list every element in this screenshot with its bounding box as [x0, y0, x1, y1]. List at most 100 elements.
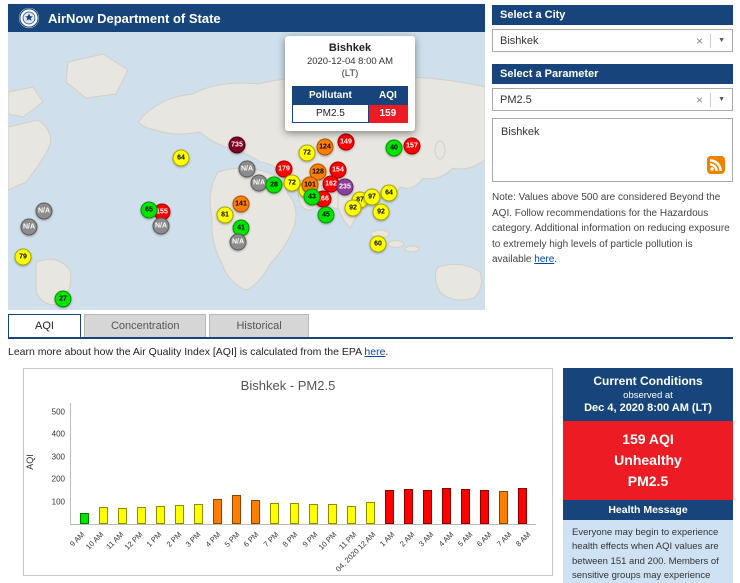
tab-historical[interactable]: Historical	[209, 314, 308, 337]
chart-bar[interactable]	[461, 489, 470, 524]
map-marker[interactable]: 149	[338, 134, 355, 151]
chart-bar[interactable]	[499, 491, 508, 524]
x-tick-label: 12 PM	[123, 530, 145, 552]
map-popup: Bishkek 2020-12-04 8:00 AM (LT) Pollutan…	[285, 36, 415, 131]
chart-bar[interactable]	[442, 488, 451, 524]
note-suffix: .	[554, 254, 557, 265]
map-marker[interactable]: 735	[229, 137, 246, 154]
x-tick-label: 3 PM	[184, 530, 203, 549]
chart-bar[interactable]	[518, 488, 527, 524]
map-marker[interactable]: N/A	[36, 203, 53, 220]
clear-icon[interactable]: ×	[689, 93, 710, 107]
chart-bar[interactable]	[404, 489, 413, 524]
chart-bar[interactable]	[270, 503, 279, 524]
x-tick-label: 4 AM	[437, 530, 455, 548]
note-text: Note: Values above 500 are considered Be…	[492, 192, 730, 265]
chart-bar[interactable]	[328, 504, 337, 524]
chart-bar[interactable]	[290, 503, 299, 524]
health-message-header: Health Message	[563, 500, 733, 520]
map-marker[interactable]: 64	[381, 185, 398, 202]
bar-slot	[494, 403, 513, 524]
map-marker[interactable]: 43	[304, 189, 321, 206]
x-tick-label: 10 AM	[84, 530, 105, 551]
clear-icon[interactable]: ×	[689, 34, 710, 48]
select-city-header: Select a City	[492, 5, 733, 25]
map-marker[interactable]: 79	[15, 249, 32, 266]
bar-slot	[285, 403, 304, 524]
current-conditions-title: Current Conditions	[567, 374, 729, 388]
parameter-select[interactable]: PM2.5 × ▼	[492, 88, 733, 111]
bar-slot	[94, 403, 113, 524]
chevron-down-icon[interactable]: ▼	[711, 96, 732, 103]
map-marker[interactable]: 81	[217, 207, 234, 224]
bar-slot	[208, 403, 227, 524]
chart-bar[interactable]	[137, 507, 146, 524]
map-marker[interactable]: N/A	[21, 219, 38, 236]
chart-bar[interactable]	[423, 490, 432, 525]
tab-bar: AQI Concentration Historical	[8, 313, 733, 339]
map-marker[interactable]: 40	[386, 140, 403, 157]
bar-slot	[456, 403, 475, 524]
chevron-down-icon[interactable]: ▼	[711, 37, 732, 44]
chart-bar[interactable]	[347, 506, 356, 524]
learn-more-body: Learn more about how the Air Quality Ind…	[8, 346, 364, 358]
chart-bar[interactable]	[175, 505, 184, 524]
chart-bar[interactable]	[480, 490, 489, 524]
chart-bar[interactable]	[194, 504, 203, 524]
bar-slot	[189, 403, 208, 524]
tab-concentration[interactable]: Concentration	[84, 314, 207, 337]
x-tick-label: 9 AM	[68, 530, 86, 548]
city-select[interactable]: Bishkek × ▼	[492, 29, 733, 52]
map-marker[interactable]: N/A	[153, 218, 170, 235]
map-marker[interactable]: 45	[318, 207, 335, 224]
chart-bar[interactable]	[80, 513, 89, 524]
tab-aqi[interactable]: AQI	[8, 314, 81, 337]
bar-slot	[418, 403, 437, 524]
map-marker[interactable]: N/A	[239, 161, 256, 178]
map-marker[interactable]: 141	[233, 196, 250, 213]
chart-bar[interactable]	[309, 504, 318, 524]
state-department-seal-icon	[18, 7, 40, 29]
plot-area: 100200300400500	[70, 403, 536, 525]
chart-bar[interactable]	[385, 490, 394, 524]
map-marker[interactable]: 72	[299, 145, 316, 162]
chart-bar[interactable]	[232, 495, 241, 524]
observed-at-label: observed at	[567, 390, 729, 401]
map-marker[interactable]: 64	[173, 150, 190, 167]
popup-pollutant-value: PM2.5	[293, 104, 369, 122]
map-marker[interactable]: 28	[266, 177, 283, 194]
map-marker[interactable]: 92	[373, 204, 390, 221]
x-tick-label: 7 PM	[261, 530, 280, 549]
bars	[71, 403, 536, 524]
map-marker[interactable]: 65	[141, 202, 158, 219]
x-tick-label: 2 PM	[164, 530, 183, 549]
map-marker[interactable]: 157	[404, 138, 421, 155]
chart-bar[interactable]	[366, 502, 375, 524]
bar-slot	[437, 403, 456, 524]
map-marker[interactable]: 60	[370, 236, 387, 253]
learn-more-here-link[interactable]: here	[364, 346, 385, 358]
bar-slot	[380, 403, 399, 524]
map-marker[interactable]: 92	[345, 200, 362, 217]
chart-bar[interactable]	[213, 499, 222, 524]
map-marker[interactable]: 27	[55, 291, 72, 308]
page-title: AirNow Department of State	[48, 11, 221, 26]
bar-slot	[170, 403, 189, 524]
note-here-link[interactable]: here	[534, 254, 554, 265]
bar-slot	[399, 403, 418, 524]
map-marker[interactable]: N/A	[230, 234, 247, 251]
world-map[interactable]: 73564N/A1797212414940157128154N/A2872641…	[8, 32, 485, 310]
chart-bar[interactable]	[251, 500, 260, 524]
map-marker[interactable]: 235	[337, 179, 354, 196]
rss-icon[interactable]	[707, 156, 725, 174]
x-tick-label: 9 PM	[300, 530, 319, 549]
bar-slot	[151, 403, 170, 524]
aqi-category-line: Unhealthy	[567, 450, 729, 471]
x-tick-label: 11 AM	[104, 530, 125, 551]
chart-bar[interactable]	[118, 508, 127, 524]
x-tick-label: 5 AM	[456, 530, 474, 548]
map-marker[interactable]: 124	[317, 139, 334, 156]
chart-bar[interactable]	[99, 507, 108, 524]
bar-slot	[304, 403, 323, 524]
chart-bar[interactable]	[156, 506, 165, 524]
